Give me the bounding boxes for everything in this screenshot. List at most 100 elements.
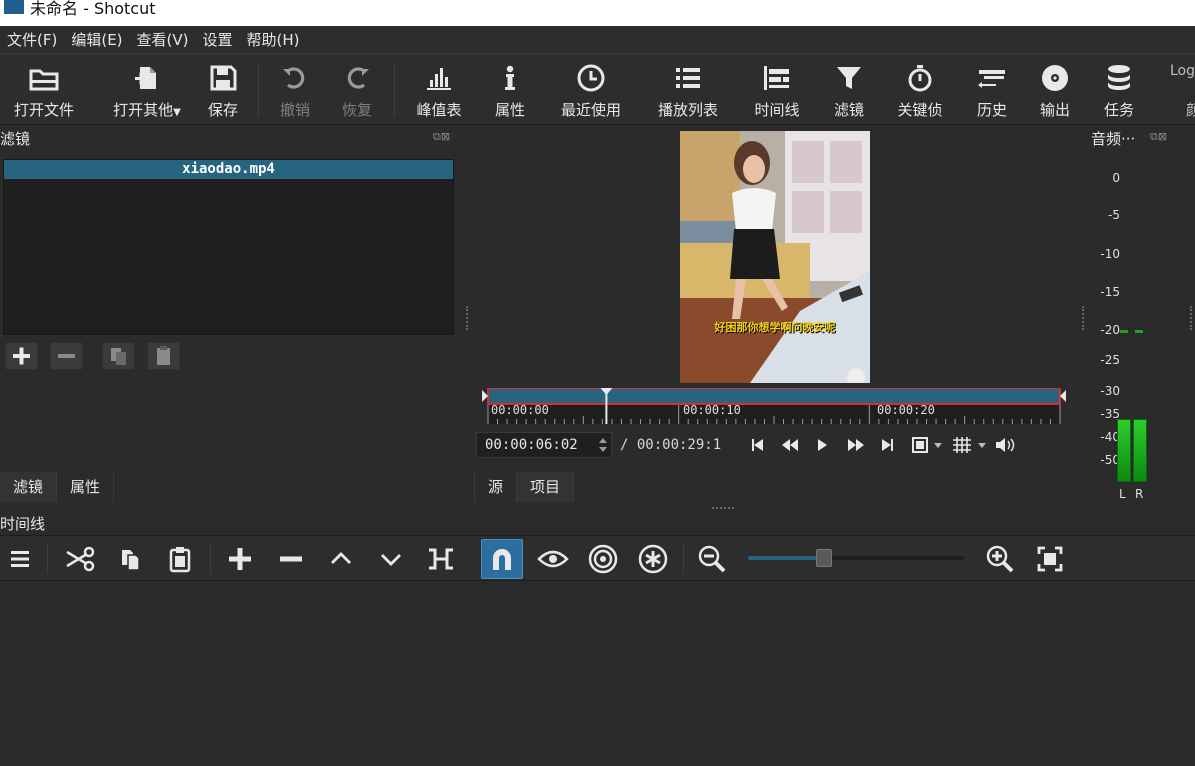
log-button[interactable]: Log — [1170, 63, 1195, 79]
lift-button[interactable] — [323, 541, 359, 577]
playlist-button[interactable]: 播放列表 — [648, 55, 728, 125]
duration-label: / 00:00:29:1 — [620, 437, 722, 453]
grid-icon[interactable] — [953, 437, 986, 453]
disc-icon — [1042, 65, 1068, 91]
timeline-tracks-area[interactable] — [0, 582, 1195, 766]
snap-button[interactable] — [481, 539, 523, 579]
splitter-handle[interactable] — [712, 507, 734, 509]
open-file-button[interactable]: 打开文件 — [4, 55, 84, 125]
fast-forward-icon[interactable] — [848, 439, 864, 451]
skip-previous-icon[interactable] — [752, 439, 763, 451]
peak-meter-button[interactable]: 峰值表 — [406, 55, 472, 125]
tab-source[interactable]: 源 — [474, 472, 518, 502]
zoom-fit-button[interactable] — [1032, 541, 1068, 577]
zoom-out-icon — [698, 545, 726, 573]
ruler-label-20: 00:00:20 — [877, 403, 935, 417]
menu-settings[interactable]: 设置 — [196, 26, 240, 53]
dock-float-close-icons[interactable]: ⧉⊠ — [433, 130, 450, 144]
recent-label: 最近使用 — [560, 101, 621, 119]
append-button[interactable] — [222, 541, 258, 577]
timeline-menu-button[interactable] — [2, 541, 38, 577]
tab-properties[interactable]: 属性 — [57, 472, 115, 502]
save-icon — [210, 65, 237, 91]
paste-filter-button[interactable] — [147, 342, 180, 370]
ripple-delete-button[interactable] — [273, 541, 309, 577]
cut-button[interactable] — [62, 541, 98, 577]
volume-icon[interactable] — [996, 438, 1015, 452]
ruler-label-10: 00:00:10 — [683, 403, 741, 417]
splitter-handle[interactable] — [1190, 306, 1192, 330]
keyframes-button[interactable]: 关键侦 — [886, 55, 954, 125]
open-other-button[interactable]: 打开其他▼ — [104, 55, 190, 125]
menu-help[interactable]: 帮助(H) — [240, 26, 307, 53]
overwrite-button[interactable] — [373, 541, 409, 577]
skip-next-icon[interactable] — [882, 439, 893, 451]
minus-icon — [280, 556, 302, 562]
redo-button[interactable]: 恢复 — [330, 55, 384, 125]
copy-icon — [122, 550, 140, 571]
ripple-all-tracks-button[interactable] — [635, 541, 671, 577]
db-label: -10 — [1100, 247, 1120, 261]
channel-label-left: L — [1119, 487, 1126, 501]
audio-meter-title: 音频··· — [1091, 130, 1136, 148]
play-icon[interactable] — [818, 439, 827, 451]
remove-filter-button[interactable] — [50, 342, 83, 370]
scissors-icon — [66, 546, 95, 572]
db-label: -20 — [1100, 323, 1120, 337]
overflow-button[interactable]: 颜 — [1186, 99, 1195, 120]
history-button[interactable]: 历史 — [966, 55, 1018, 125]
undo-button[interactable]: 撤销 — [268, 55, 322, 125]
menu-view[interactable]: 查看(V) — [130, 26, 196, 53]
stopwatch-icon — [908, 65, 932, 92]
chevron-down-icon — [381, 554, 401, 566]
db-label: -50 — [1100, 453, 1120, 467]
timeline-toolbar — [0, 535, 1195, 581]
menu-edit[interactable]: 编辑(E) — [64, 26, 129, 53]
recent-button[interactable]: 最近使用 — [550, 55, 632, 125]
toolbar-separator — [683, 544, 684, 574]
split-button[interactable] — [423, 541, 459, 577]
video-preview[interactable]: 好困那你想学啊问晚安呢 — [680, 131, 870, 383]
zoom-in-icon — [986, 545, 1014, 573]
peak-hold-right — [1135, 330, 1143, 333]
timecode-spin-icon[interactable] — [596, 435, 610, 455]
timecode-input[interactable]: 00:00:06:02 — [476, 432, 612, 458]
paste-icon — [157, 346, 170, 365]
selected-clip-name: xiaodao.mp4 — [4, 160, 453, 179]
plus-icon — [229, 548, 251, 570]
peak-meter-label: 峰值表 — [416, 101, 462, 119]
jobs-label: 任务 — [1103, 101, 1134, 119]
db-label: 0 — [1112, 171, 1120, 185]
chevron-up-icon — [331, 552, 351, 564]
filters-panel: 滤镜 ⧉⊠ xiaodao.mp4 滤镜 属性 — [0, 126, 468, 504]
dock-float-close-icons[interactable]: ⧉⊠ — [1150, 130, 1167, 144]
scrubber[interactable]: 00:00:00 00:00:10 00:00:20 — [482, 388, 1066, 424]
copy-filter-button[interactable] — [102, 342, 135, 370]
video-subtitle: 好困那你想学啊问晚安呢 — [714, 321, 836, 334]
zoom-slider-handle[interactable] — [815, 549, 832, 567]
rewind-icon[interactable] — [782, 439, 798, 451]
meter-bar-left — [1117, 419, 1131, 482]
menu-file[interactable]: 文件(F) — [0, 26, 64, 53]
toolbar-separator — [258, 65, 259, 117]
zoom-fit-icon[interactable] — [912, 437, 942, 453]
zoom-out-button[interactable] — [694, 541, 730, 577]
save-button[interactable]: 保存 — [196, 55, 250, 125]
properties-button[interactable]: 属性 — [482, 55, 538, 125]
timeline-button[interactable]: 时间线 — [742, 55, 812, 125]
ripple-button[interactable] — [585, 541, 621, 577]
copy-button[interactable] — [112, 541, 148, 577]
history-label: 历史 — [976, 101, 1007, 119]
jobs-button[interactable]: 任务 — [1092, 55, 1146, 125]
add-filter-button[interactable] — [5, 342, 38, 370]
filters-button[interactable]: 滤镜 — [822, 55, 876, 125]
tab-filters[interactable]: 滤镜 — [0, 472, 58, 502]
export-button[interactable]: 输出 — [1028, 55, 1082, 125]
zoom-slider[interactable] — [748, 549, 964, 567]
filter-list[interactable]: xiaodao.mp4 — [3, 159, 454, 335]
splitter-handle[interactable] — [466, 306, 468, 330]
zoom-in-button[interactable] — [982, 541, 1018, 577]
scrub-while-drag-button[interactable] — [535, 541, 571, 577]
paste-button[interactable] — [162, 541, 198, 577]
tab-project[interactable]: 项目 — [517, 472, 575, 502]
